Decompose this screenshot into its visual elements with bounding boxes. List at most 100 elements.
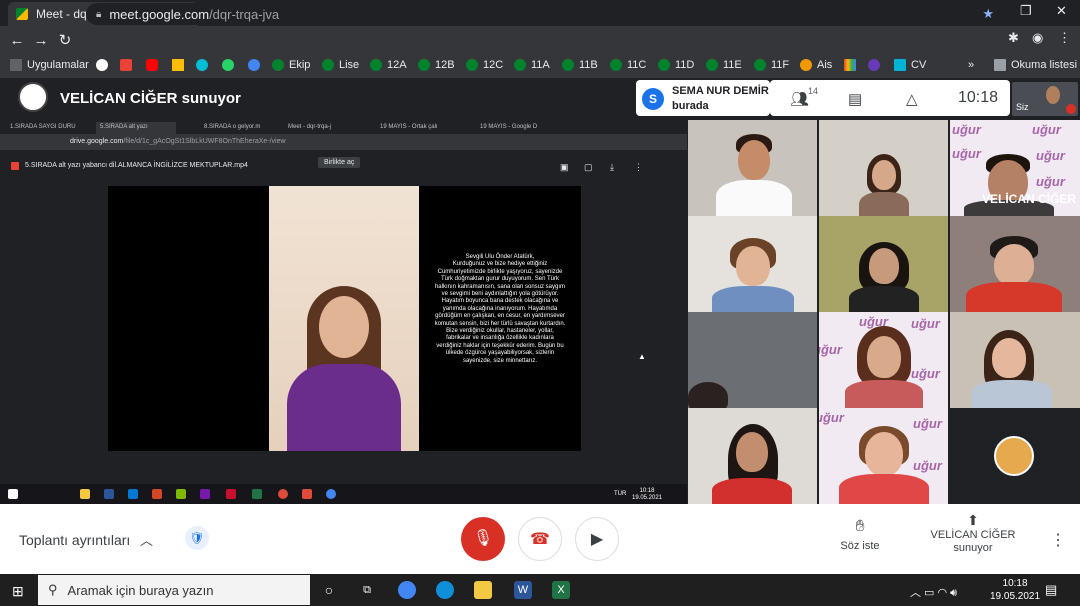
file-explorer-icon[interactable] [474, 581, 492, 599]
bookmark-11e[interactable]: 11E [706, 59, 742, 71]
close-window-button[interactable]: ✕ [1056, 3, 1067, 19]
video-person-shirt [287, 364, 401, 451]
reload-button[interactable]: ↻ [53, 31, 77, 49]
back-button[interactable]: ← [5, 32, 29, 49]
meet-header-actions: 👥︎ 14 ▤ △ 10:18 [770, 80, 1010, 116]
participant-grid: uğur uğur uğur uğur uğur VELİCAN CİĞER u… [687, 120, 1080, 504]
ugur-watermark: uğur [952, 146, 981, 161]
participants-icon[interactable]: 👥︎ [790, 90, 809, 108]
search-icon: ⚲ [48, 582, 58, 597]
bookmark-star-icon[interactable]: ★ [982, 6, 994, 22]
meeting-details-button[interactable]: Toplantı ayrıntıları [19, 532, 130, 548]
bookmark-ais[interactable]: Ais [800, 59, 832, 71]
bookmark-12b[interactable]: 12B [418, 59, 455, 71]
chrome-menu-icon[interactable]: ⋮ [1058, 30, 1071, 46]
toast-avatar: S [642, 88, 664, 110]
google-icon[interactable] [96, 59, 113, 71]
mic-off-button[interactable]: 🎙︎ [461, 517, 505, 561]
windows-clock[interactable]: 10:18 19.05.2021 [990, 577, 1040, 603]
whatsapp-icon[interactable] [222, 59, 239, 71]
excel-taskbar-icon[interactable]: X [552, 581, 570, 599]
bookmark-11c[interactable]: 11C [610, 59, 646, 71]
bookmark-12c[interactable]: 12C [466, 59, 503, 71]
extensions-icon[interactable]: ✱ [1008, 30, 1019, 46]
video-person-face [319, 296, 369, 358]
task-view-icon[interactable]: ⧉ [358, 581, 376, 599]
edge-taskbar-icon[interactable] [436, 581, 454, 599]
profile-avatar-icon[interactable]: ◉ [1032, 30, 1043, 46]
chevron-up-icon[interactable]: ︿ [140, 530, 153, 549]
camera-button[interactable]: ▶ [575, 517, 619, 561]
presenter-tile[interactable]: uğur uğur uğur uğur uğur VELİCAN CİĞER [950, 120, 1080, 216]
bookmark-11f[interactable]: 11F [754, 59, 789, 71]
color-palette-icon[interactable] [844, 59, 861, 71]
participant-tile[interactable]: uğur uğur uğur uğur [819, 312, 948, 408]
participant-hair [688, 382, 728, 408]
system-tray-icons[interactable]: ︿ ▭ ◠ 🔊︎ [910, 584, 957, 600]
bookmark-apps[interactable]: Uygulamalar [10, 59, 89, 71]
more-options-icon[interactable]: ⋮ [1050, 530, 1066, 550]
self-face [1046, 86, 1060, 104]
bookmark-cv[interactable]: CV [894, 59, 926, 71]
windows-search-box[interactable]: ⚲ Aramak için buraya yazın [38, 575, 310, 605]
chat-icon[interactable]: ▤ [848, 90, 862, 108]
participant-tile[interactable] [950, 312, 1080, 408]
participant-face [867, 336, 901, 378]
classroom-icon[interactable] [196, 59, 213, 71]
meet-icon [418, 59, 430, 71]
address-bar[interactable]: 🔒︎ meet.google.com /dqr-trqa-jva ★ [86, 3, 1002, 25]
participant-tile[interactable] [819, 216, 948, 312]
participant-body [712, 478, 792, 504]
bookmark-ekip[interactable]: Ekip [272, 59, 310, 71]
participant-face [994, 244, 1034, 286]
bookmark-11a[interactable]: 11A [514, 59, 550, 71]
shared-pdf-icon [226, 489, 236, 499]
meet-icon [658, 59, 670, 71]
meet-icon [754, 59, 766, 71]
cortana-icon[interactable]: ○ [320, 581, 338, 599]
shared-tab: 19 MAYIS - Ortak çalı [380, 124, 438, 130]
raise-hand-button[interactable]: ✋︎ Söz iste [820, 518, 900, 552]
purple-extension-icon[interactable] [868, 59, 885, 71]
gmail-icon[interactable] [120, 59, 137, 71]
shared-explorer-icon [80, 489, 90, 499]
participant-tile[interactable]: uğur uğur uğur [819, 408, 948, 504]
presenting-button[interactable]: ⬆︎ VELİCAN CİĞER sunuyor [920, 513, 1026, 555]
drive-icon[interactable] [172, 59, 189, 71]
screen: Meet - dqr-trqa-jva ✕ + ● — ❐ ✕ ← → ↻ 🔒︎… [0, 0, 1080, 606]
host-controls-shield-icon[interactable]: 🛡︎ [185, 526, 209, 550]
participant-tile[interactable] [688, 216, 817, 312]
pinwheel-icon[interactable] [248, 59, 265, 71]
reading-list[interactable]: Okuma listesi [994, 59, 1077, 71]
word-taskbar-icon[interactable]: W [514, 581, 532, 599]
forward-button[interactable]: → [29, 32, 53, 49]
raise-hand-icon: ✋︎ [855, 518, 865, 535]
activities-icon[interactable]: △ [906, 90, 918, 108]
bookmark-12a[interactable]: 12A [370, 59, 407, 71]
participant-body [972, 380, 1052, 408]
shared-tab: 1.SIRADA SAYGI DURU [10, 124, 76, 130]
shared-tab: 19 MAYIS - Google D [480, 124, 538, 130]
bookmark-11d[interactable]: 11D [658, 59, 694, 71]
participant-tile[interactable] [688, 408, 817, 504]
participant-tile[interactable] [688, 312, 817, 408]
participant-tile[interactable] [950, 216, 1080, 312]
chrome-taskbar-icon[interactable] [398, 581, 416, 599]
shared-language: TUR [614, 491, 627, 497]
youtube-icon[interactable] [146, 59, 163, 71]
participant-tile[interactable] [819, 120, 948, 216]
participant-tile[interactable] [950, 408, 1080, 504]
bookmark-lise[interactable]: Lise [322, 59, 359, 71]
self-view[interactable]: Siz [1012, 82, 1078, 116]
notification-icon[interactable]: ▤ [1045, 582, 1057, 598]
participant-tile[interactable] [688, 120, 817, 216]
participant-body [859, 192, 909, 216]
bookmark-11b[interactable]: 11B [562, 59, 598, 71]
more-options-icon: ⋮ [634, 162, 643, 172]
participant-body [966, 282, 1062, 312]
more-bookmarks-icon[interactable]: » [968, 59, 974, 71]
restore-button[interactable]: ❐ [1020, 3, 1032, 19]
cv-icon [894, 59, 906, 71]
end-call-button[interactable]: ☎︎ [518, 517, 562, 561]
windows-start-icon[interactable]: ⊞ [12, 583, 24, 600]
